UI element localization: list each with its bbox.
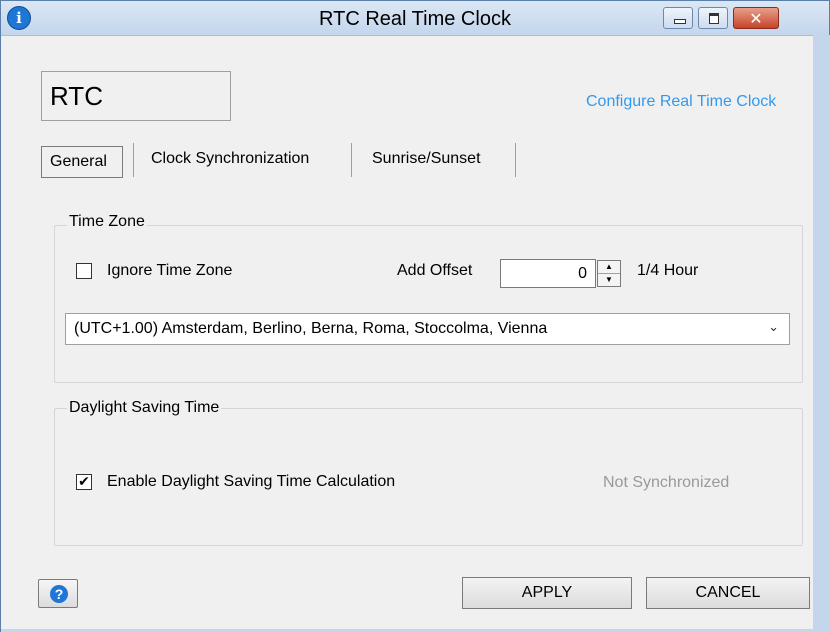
daylight-saving-group-label: Daylight Saving Time — [67, 399, 222, 417]
tab-separator — [515, 143, 516, 177]
minimize-button[interactable] — [663, 7, 693, 29]
time-zone-dropdown[interactable]: (UTC+1.00) Amsterdam, Berlino, Berna, Ro… — [65, 313, 790, 345]
offset-stepper[interactable]: ▲ ▼ — [597, 260, 621, 287]
offset-input[interactable]: 0 — [500, 259, 596, 288]
enable-dst-checkbox[interactable]: ✔ — [76, 474, 92, 490]
offset-unit-label: 1/4 Hour — [637, 262, 699, 279]
title-bar[interactable]: i RTC Real Time Clock ✕ — [1, 1, 829, 36]
sync-status-text: Not Synchronized — [603, 474, 730, 491]
offset-value: 0 — [578, 265, 587, 282]
window-border-right — [813, 35, 830, 632]
help-icon: ? — [50, 585, 68, 603]
rtc-window: i RTC Real Time Clock ✕ RTC Configure Re… — [0, 0, 830, 632]
help-button[interactable]: ? — [38, 579, 78, 608]
spin-up-icon[interactable]: ▲ — [598, 261, 620, 274]
close-icon: ✕ — [749, 9, 763, 28]
time-zone-selected-value: (UTC+1.00) Amsterdam, Berlino, Berna, Ro… — [74, 320, 548, 337]
close-button[interactable]: ✕ — [733, 7, 779, 29]
tab-general[interactable]: General — [41, 146, 123, 178]
tab-separator — [351, 143, 352, 177]
ignore-time-zone-checkbox[interactable] — [76, 263, 92, 279]
ignore-time-zone-label: Ignore Time Zone — [107, 262, 233, 279]
chevron-down-icon: ⌄ — [768, 320, 779, 335]
time-zone-group-label: Time Zone — [67, 213, 147, 231]
maximize-button[interactable] — [698, 7, 728, 29]
tab-separator — [133, 143, 134, 177]
add-offset-label: Add Offset — [397, 262, 473, 279]
spin-down-icon[interactable]: ▼ — [598, 274, 620, 286]
configure-link[interactable]: Configure Real Time Clock — [586, 93, 776, 111]
tab-sunrise-sunset[interactable]: Sunrise/Sunset — [372, 143, 481, 175]
device-name-field: RTC — [41, 71, 231, 121]
tab-clock-synchronization[interactable]: Clock Synchronization — [151, 143, 309, 175]
time-zone-group — [54, 225, 803, 383]
enable-dst-label: Enable Daylight Saving Time Calculation — [107, 473, 396, 490]
checkmark-icon: ✔ — [78, 474, 90, 490]
cancel-button[interactable]: CANCEL — [646, 577, 810, 609]
apply-button[interactable]: APPLY — [462, 577, 632, 609]
